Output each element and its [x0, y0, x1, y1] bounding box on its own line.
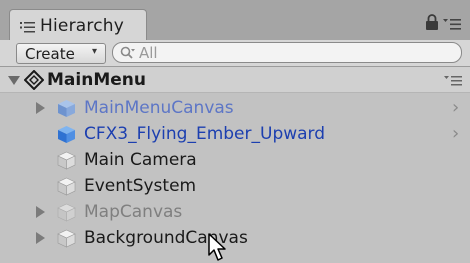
panel-menu-icon[interactable]: [443, 17, 461, 31]
scene-menu-icon[interactable]: [444, 75, 462, 87]
hierarchy-toolbar: Create ▾: [0, 40, 470, 67]
list-item[interactable]: EventSystem: [0, 173, 470, 199]
lock-icon[interactable]: [425, 14, 439, 31]
gameobject-cube-icon: [57, 203, 76, 222]
foldout-arrow[interactable]: [36, 206, 45, 218]
mouse-cursor-icon: [208, 233, 226, 261]
unity-logo-icon: [24, 70, 44, 90]
list-item[interactable]: MainMenuCanvas ›: [0, 95, 470, 121]
tab-title: Hierarchy: [40, 16, 124, 36]
foldout-arrow[interactable]: [8, 76, 20, 85]
item-label: MainMenuCanvas: [84, 98, 234, 118]
chevron-right-icon[interactable]: ›: [452, 97, 459, 118]
tab-strip: Hierarchy: [0, 0, 470, 41]
scene-name: MainMenu: [47, 70, 146, 90]
foldout-arrow[interactable]: [36, 232, 45, 244]
tab-hierarchy[interactable]: Hierarchy: [9, 9, 147, 41]
prefab-cube-icon: [58, 100, 75, 117]
chevron-right-icon[interactable]: ›: [452, 123, 459, 144]
item-label: EventSystem: [84, 176, 197, 196]
search-icon: [120, 46, 135, 59]
list-item[interactable]: CFX3_Flying_Ember_Upward ›: [0, 121, 470, 147]
gameobject-cube-icon: [57, 151, 76, 170]
create-label: Create: [25, 45, 75, 63]
search-input[interactable]: [139, 43, 439, 62]
list-item[interactable]: BackgroundCanvas: [0, 225, 470, 251]
chevron-down-icon: ▾: [92, 46, 98, 57]
list-item[interactable]: MapCanvas: [0, 199, 470, 225]
item-label: MapCanvas: [84, 202, 183, 222]
gameobject-cube-icon: [57, 229, 76, 248]
create-button[interactable]: Create ▾: [16, 43, 106, 64]
scene-row[interactable]: MainMenu: [0, 67, 470, 93]
item-label: Main Camera: [84, 150, 197, 170]
list-icon: [20, 22, 35, 33]
search-box[interactable]: [112, 42, 462, 63]
list-item[interactable]: Main Camera: [0, 147, 470, 173]
hierarchy-tree: MainMenu MainMenuCanvas › CFX3_Flying_Em…: [0, 67, 470, 263]
item-label: CFX3_Flying_Ember_Upward: [84, 124, 326, 144]
prefab-cube-icon: [58, 126, 75, 143]
foldout-arrow[interactable]: [36, 102, 45, 114]
gameobject-cube-icon: [57, 177, 76, 196]
